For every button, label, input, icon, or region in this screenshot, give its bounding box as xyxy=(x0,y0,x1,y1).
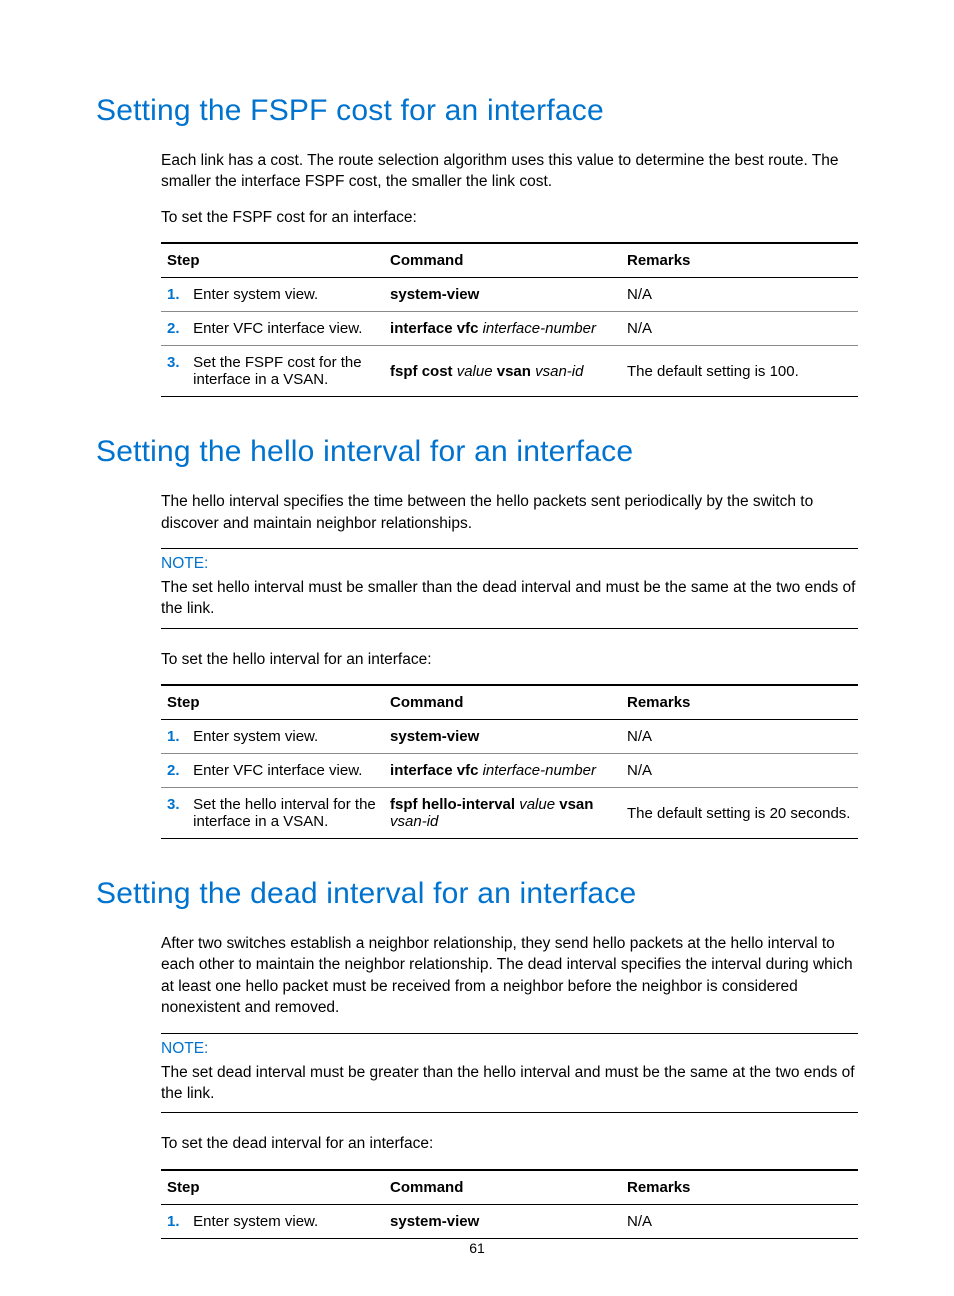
col-command-header: Command xyxy=(384,685,621,720)
step-number: 1. xyxy=(167,286,189,303)
remarks-cell: N/A xyxy=(621,1204,858,1238)
paragraph: Each link has a cost. The route selectio… xyxy=(161,150,858,193)
section-heading: Setting the FSPF cost for an interface xyxy=(96,94,858,128)
paragraph: To set the hello interval for an interfa… xyxy=(161,649,858,670)
cmd-part: interface vfc xyxy=(390,320,483,337)
col-remarks-header: Remarks xyxy=(621,685,858,720)
section-heading: Setting the dead interval for an interfa… xyxy=(96,877,858,911)
cmd-part: vsan-id xyxy=(390,813,438,830)
col-command-header: Command xyxy=(384,1170,621,1205)
page-number: 61 xyxy=(0,1240,954,1256)
note-text: The set dead interval must be greater th… xyxy=(161,1062,858,1105)
step-text: Enter VFC interface view. xyxy=(193,320,376,337)
table-row: 1. Enter system view. system-view N/A xyxy=(161,278,858,312)
step-number: 1. xyxy=(167,1213,189,1230)
table-row: 1. Enter system view. system-view N/A xyxy=(161,720,858,754)
col-remarks-header: Remarks xyxy=(621,243,858,278)
cmd-part: system-view xyxy=(390,728,479,745)
cmd-part: interface-number xyxy=(483,320,596,337)
paragraph: To set the FSPF cost for an interface: xyxy=(161,207,858,228)
step-text: Enter system view. xyxy=(193,1213,376,1230)
remarks-cell: N/A xyxy=(621,720,858,754)
table-header-row: Step Command Remarks xyxy=(161,243,858,278)
section-body: After two switches establish a neighbor … xyxy=(96,933,858,1239)
cmd-part: value xyxy=(519,796,559,813)
page: Setting the FSPF cost for an interface E… xyxy=(0,0,954,1296)
col-command-header: Command xyxy=(384,243,621,278)
step-cell: 3. Set the hello interval for the interf… xyxy=(161,788,384,839)
step-text: Enter system view. xyxy=(193,728,376,745)
command-cell: fspf hello-interval value vsan vsan-id xyxy=(384,788,621,839)
cmd-part: vsan xyxy=(559,796,593,813)
section-heading: Setting the hello interval for an interf… xyxy=(96,435,858,469)
remarks-cell: The default setting is 100. xyxy=(621,346,858,397)
command-table: Step Command Remarks 1. Enter system vie… xyxy=(161,1169,858,1239)
step-number: 3. xyxy=(167,796,189,813)
table-header-row: Step Command Remarks xyxy=(161,685,858,720)
command-cell: system-view xyxy=(384,278,621,312)
cmd-part: system-view xyxy=(390,1213,479,1230)
command-table: Step Command Remarks 1. Enter system vie… xyxy=(161,242,858,397)
step-cell: 3. Set the FSPF cost for the interface i… xyxy=(161,346,384,397)
cmd-part: value xyxy=(457,363,497,380)
table-row: 2. Enter VFC interface view. interface v… xyxy=(161,754,858,788)
col-step-header: Step xyxy=(161,685,384,720)
cmd-part: vsan-id xyxy=(535,363,583,380)
command-cell: system-view xyxy=(384,1204,621,1238)
remarks-cell: N/A xyxy=(621,754,858,788)
step-number: 3. xyxy=(167,354,189,371)
section-body: Each link has a cost. The route selectio… xyxy=(96,150,858,397)
remarks-cell: N/A xyxy=(621,278,858,312)
step-text: Set the FSPF cost for the interface in a… xyxy=(193,354,376,388)
step-text: Enter VFC interface view. xyxy=(193,762,376,779)
note-label: NOTE: xyxy=(161,1040,858,1058)
table-row: 1. Enter system view. system-view N/A xyxy=(161,1204,858,1238)
cmd-part: system-view xyxy=(390,286,479,303)
step-number: 2. xyxy=(167,320,189,337)
step-cell: 2. Enter VFC interface view. xyxy=(161,312,384,346)
table-row: 3. Set the hello interval for the interf… xyxy=(161,788,858,839)
table-row: 2. Enter VFC interface view. interface v… xyxy=(161,312,858,346)
remarks-cell: N/A xyxy=(621,312,858,346)
col-step-header: Step xyxy=(161,1170,384,1205)
note-box: NOTE: The set hello interval must be sma… xyxy=(161,548,858,629)
section-body: The hello interval specifies the time be… xyxy=(96,491,858,839)
step-text: Set the hello interval for the interface… xyxy=(193,796,376,830)
step-cell: 1. Enter system view. xyxy=(161,278,384,312)
paragraph: To set the dead interval for an interfac… xyxy=(161,1133,858,1154)
cmd-part: vsan xyxy=(497,363,535,380)
step-number: 2. xyxy=(167,762,189,779)
step-cell: 1. Enter system view. xyxy=(161,720,384,754)
remarks-cell: The default setting is 20 seconds. xyxy=(621,788,858,839)
command-cell: interface vfc interface-number xyxy=(384,754,621,788)
command-cell: interface vfc interface-number xyxy=(384,312,621,346)
cmd-part: interface vfc xyxy=(390,762,483,779)
paragraph: The hello interval specifies the time be… xyxy=(161,491,858,534)
note-label: NOTE: xyxy=(161,555,858,573)
cmd-part: interface-number xyxy=(483,762,596,779)
note-text: The set hello interval must be smaller t… xyxy=(161,577,858,620)
col-remarks-header: Remarks xyxy=(621,1170,858,1205)
command-table: Step Command Remarks 1. Enter system vie… xyxy=(161,684,858,839)
step-cell: 2. Enter VFC interface view. xyxy=(161,754,384,788)
step-cell: 1. Enter system view. xyxy=(161,1204,384,1238)
cmd-part: fspf cost xyxy=(390,363,457,380)
note-box: NOTE: The set dead interval must be grea… xyxy=(161,1033,858,1114)
col-step-header: Step xyxy=(161,243,384,278)
step-number: 1. xyxy=(167,728,189,745)
table-header-row: Step Command Remarks xyxy=(161,1170,858,1205)
paragraph: After two switches establish a neighbor … xyxy=(161,933,858,1019)
table-row: 3. Set the FSPF cost for the interface i… xyxy=(161,346,858,397)
command-cell: system-view xyxy=(384,720,621,754)
cmd-part: fspf hello-interval xyxy=(390,796,519,813)
command-cell: fspf cost value vsan vsan-id xyxy=(384,346,621,397)
step-text: Enter system view. xyxy=(193,286,376,303)
